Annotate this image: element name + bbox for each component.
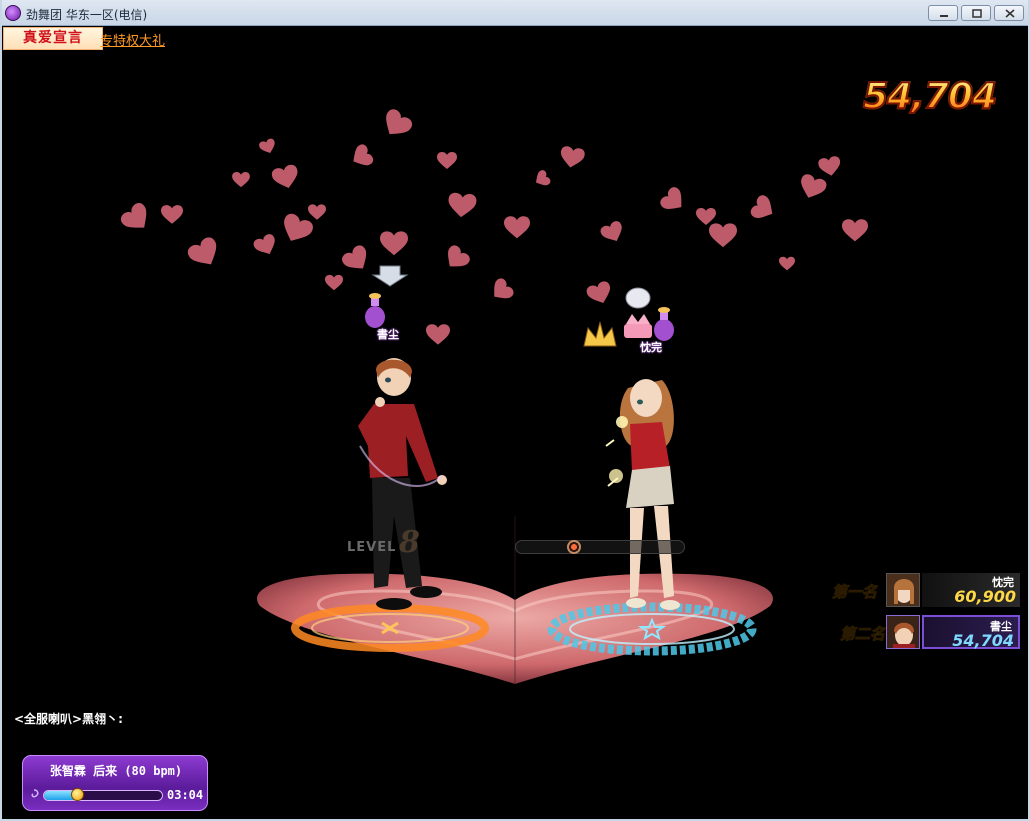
song-progress-bar — [43, 788, 163, 801]
minimize-icon — [940, 15, 948, 17]
potion-icon — [365, 293, 385, 328]
rank-panel: 書尘 54,704 — [922, 615, 1020, 650]
avatar — [886, 615, 920, 649]
avatar — [886, 573, 920, 607]
rank-panel: 忱完 60,900 — [922, 573, 1020, 607]
window-titlebar[interactable]: 劲舞团 华东一区(电信) — [0, 0, 1030, 26]
song-progress-knob — [71, 788, 84, 801]
song-info-panel: 张智霖 后来 (80 bpm) 03:04 — [22, 755, 208, 811]
crown-icon — [583, 321, 617, 347]
player-marker-arrow — [371, 265, 409, 287]
rank-player-score: 54,704 — [952, 631, 1014, 650]
maximize-icon — [972, 9, 982, 18]
beat-marker — [567, 540, 581, 554]
total-score: 54,704 — [862, 75, 998, 118]
rank-label: 第二名 — [839, 625, 886, 644]
chat-broadcast-line: <全服喇叭>黑翎丶: — [14, 712, 123, 726]
tiara-icon — [624, 287, 652, 338]
promo-badge[interactable]: 真爱宣言 — [3, 27, 103, 50]
ranking-row: 第一名 忱完 60,900 — [831, 572, 1022, 608]
ranking-row: 第二名 書尘 54,704 — [839, 614, 1022, 650]
song-title: 张智霖 后来 (80 bpm) — [49, 764, 183, 778]
potion-icon — [654, 307, 674, 341]
heart-dance-floor — [257, 516, 773, 684]
player-nametag: 忱完 — [640, 341, 662, 354]
beat-meter — [515, 540, 685, 554]
song-time: 03:04 — [167, 788, 204, 802]
game-viewport[interactable]: 真爱宣言 专特权大礼 54,704 書尘 忱完 LEVEL 8 第一名 忱完 6… — [2, 26, 1028, 819]
close-icon — [1005, 9, 1015, 18]
player-nametag: 書尘 — [377, 328, 399, 341]
minimize-button[interactable] — [928, 5, 958, 21]
rank-player-score: 60,900 — [954, 587, 1016, 606]
promo-link[interactable]: 专特权大礼 — [100, 30, 165, 49]
level-value: 8 — [399, 525, 420, 560]
swirl-icon — [31, 789, 39, 798]
app-icon — [5, 5, 21, 21]
rank-label: 第一名 — [831, 583, 878, 602]
maximize-button[interactable] — [961, 5, 991, 21]
level-label: LEVEL — [347, 540, 397, 555]
floating-hearts — [118, 106, 868, 345]
male-dancer-character — [358, 358, 447, 610]
close-button[interactable] — [994, 5, 1024, 21]
dance-stage-scene — [118, 106, 868, 684]
window-title: 劲舞团 华东一区(电信) — [26, 8, 148, 22]
